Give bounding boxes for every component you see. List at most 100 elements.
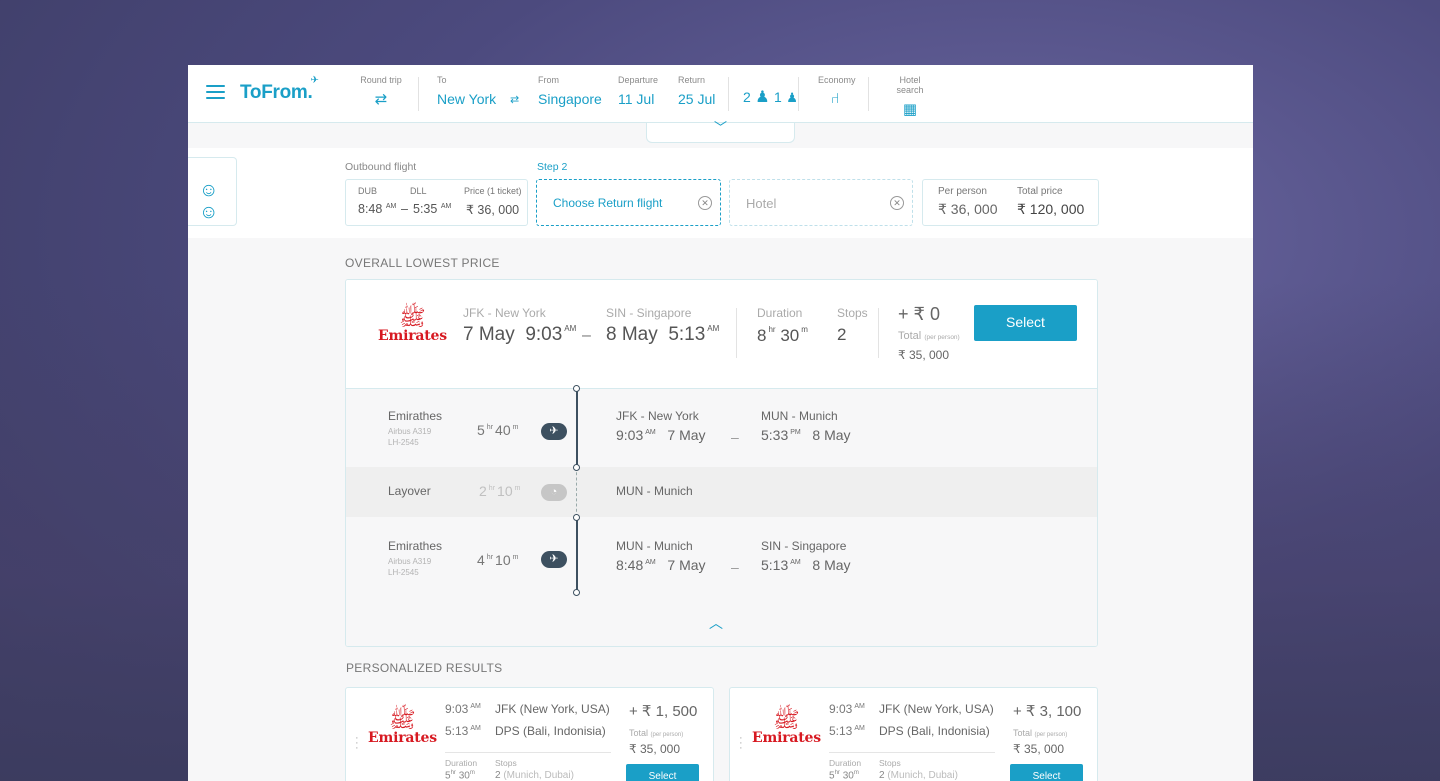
hotel-search-toggle[interactable]: Hotel search ▦ [885,75,935,118]
leg-to-time: 5:13 AM 8 May [761,557,851,573]
child-count: 1 [774,89,782,105]
leg-from-time: 8:48 AM 7 May [616,557,706,573]
collapse-details-icon[interactable]: ︿ [709,613,723,633]
swap-icon[interactable]: ⇄ [510,93,519,106]
price-difference: + ₹ 0 [898,304,940,324]
app-window: ToFrom. ✈ Round trip ⇄ To New York ⇄ From… [188,65,1253,781]
to-value: New York [437,91,497,107]
layover-city: MUN - Munich [616,484,693,498]
brand-logo[interactable]: ToFrom. ✈ [240,75,319,104]
time-dash: – [401,202,408,216]
to-label: To [437,75,447,85]
depart-place: JFK (New York, USA) [879,702,994,716]
total-value: ₹ 35, 000 [1013,742,1065,756]
lowest-price-card: ﷺ Emirates JFK - New York 7 May 9:03 AM – … [345,279,1098,647]
emirates-logo: ﷺ Emirates [378,305,447,345]
timeline-line [576,517,578,593]
stops-value: 2 [837,325,847,344]
depart-time: 8:48 AM [358,202,397,216]
outbound-flight-box[interactable]: DUB DLL Price (1 ticket) 8:48 AM – 5:35 … [345,179,528,226]
passengers-field[interactable]: 2 ♟ 1 ♟ [743,87,798,107]
leg-to-time: 5:33 PM 8 May [761,427,851,443]
leg-duration: 4 hr 10 m [477,552,519,568]
return-field[interactable]: Return 25 Jul [678,75,715,107]
stops-value: 2 (Munich, Dubai) [879,770,958,781]
total-price-value: ₹ 120, 000 [1017,201,1085,217]
layover-label: Layover [388,484,431,498]
departure-field[interactable]: Departure 11 Jul [618,75,658,107]
result-card: · · · ﷺ Emirates 9:03 AM JFK (New York, USA)… [345,687,714,781]
expand-search-tab[interactable]: ﹀ [646,120,795,143]
hamburger-menu-icon[interactable] [206,85,225,100]
chevron-down-icon: ﹀ [713,120,727,135]
per-person-value: ₹ 36, 000 [938,201,998,217]
trip-summary: ☺☺ Outbound flight DUB DLL Price (1 tick… [188,148,1253,238]
clear-hotel-icon[interactable]: ✕ [890,196,904,210]
to-field[interactable]: To New York [437,75,496,107]
total-label: Total (per person) [629,728,684,738]
stops-value: 2 (Munich, Dubai) [495,770,574,781]
arrive-place: DPS (Bali, Indonisia) [879,724,990,738]
price-difference: + ₹ 1, 500 [629,703,698,720]
total-label: Total (per person) [898,330,960,342]
round-trip-label: Round trip [360,75,402,85]
leg-from-city: MUN - Munich [616,539,693,553]
departure-value: 11 Jul [618,91,655,107]
travellers-side-tab[interactable]: ☺☺ [188,157,237,226]
hotel-check-icon: ▦ [902,101,918,118]
from-city: JFK - New York [463,306,546,320]
drag-handle-icon[interactable]: · · · [739,733,743,754]
divider [798,77,799,111]
round-trip-toggle[interactable]: Round trip ⇄ [360,75,402,108]
total-price-label: Total price [1017,186,1063,197]
stops-label: Stops [495,758,517,768]
arrive-time: 5:13 AM [829,724,865,738]
duration-label: Duration [829,758,862,768]
stops-label: Stops [879,758,901,768]
clock-icon: ◔ [541,484,567,501]
duration-label: Duration [445,758,478,768]
leg-airline: Emirathes [388,539,443,553]
drag-handle-icon[interactable]: · · · [355,733,359,754]
timeline-dot [573,514,580,521]
depart-time: 9:03 AM [445,702,481,716]
price-label: Price (1 ticket) [464,186,522,196]
return-label: Return [678,75,706,85]
plane-icon: ✈ [541,423,567,440]
timeline-dot [573,589,580,596]
select-button[interactable]: Select [626,764,699,781]
divider [829,752,995,753]
child-icon: ♟ [786,90,798,105]
select-button[interactable]: Select [974,305,1077,341]
dest-code: DLL [410,186,427,196]
outbound-label: Outbound flight [345,161,417,173]
route-dash: – [582,327,591,344]
leg-from-time: 9:03 AM 7 May [616,427,706,443]
plane-icon: ✈ [310,75,319,86]
lowest-price-title: OVERALL LOWEST PRICE [345,256,500,270]
leg-dash: – [731,559,739,575]
to-city: SIN - Singapore [606,306,692,320]
duration-value: 5hr 30m [829,770,859,781]
from-label: From [538,75,559,85]
depart-time: 9:03 AM [829,702,865,716]
leg-aircraft: Airbus A319 LH-2545 [388,557,432,577]
layover-row [346,467,1097,517]
outbound-price: ₹ 36, 000 [466,203,520,217]
select-button[interactable]: Select [1010,764,1083,781]
flight-legs: Emirathes Airbus A319 LH-2545 5 hr 40 m ✈ JF… [346,385,1097,646]
hotel-box[interactable]: Hotel ✕ [729,179,913,226]
from-field[interactable]: From Singapore [538,75,602,107]
class-selector[interactable]: Economy ⑁ [818,75,856,107]
depart-place: JFK (New York, USA) [495,702,610,716]
leg-to-city: MUN - Munich [761,409,838,423]
timeline-layover [576,467,577,517]
price-difference: + ₹ 3, 100 [1013,703,1082,720]
adult-icon: ♟ [755,89,770,106]
step-label: Step 2 [537,161,568,173]
clear-return-icon[interactable]: ✕ [698,196,712,210]
return-value: 25 Jul [678,91,716,107]
return-flight-box[interactable]: Choose Return flight ✕ [536,179,721,226]
return-placeholder: Choose Return flight [553,196,663,210]
class-label: Economy [818,75,856,85]
